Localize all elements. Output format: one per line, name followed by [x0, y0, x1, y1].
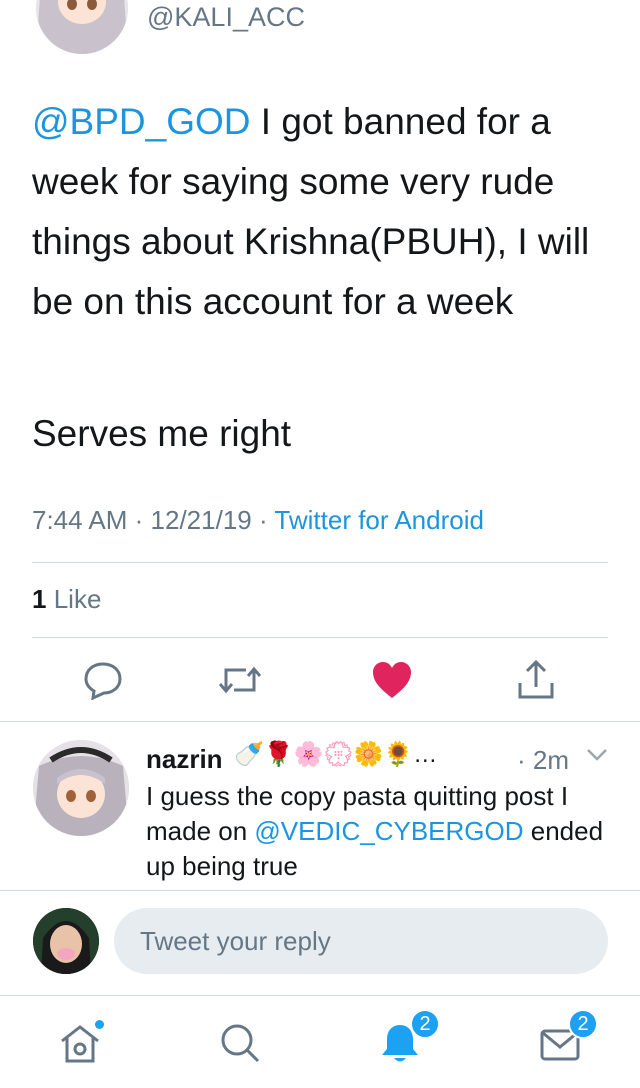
- tweet-date: 12/21/19: [150, 505, 252, 535]
- reply-author-emoji: 🍼🌹🌸💮🌼🌻…: [234, 741, 438, 768]
- tweet-source[interactable]: Twitter for Android: [274, 505, 484, 535]
- divider: [0, 995, 640, 996]
- chevron-down-icon[interactable]: [586, 748, 608, 767]
- divider: [0, 890, 640, 891]
- reply-time: · 2m: [517, 745, 569, 775]
- tab-search[interactable]: [212, 1015, 268, 1071]
- tab-home[interactable]: [52, 1015, 108, 1071]
- author-handle[interactable]: @KALI_ACC: [147, 2, 305, 33]
- heart-icon: [373, 662, 411, 698]
- like-count-value: 1: [32, 584, 47, 614]
- author-avatar[interactable]: [36, 0, 128, 54]
- likes-count[interactable]: 1 Like: [32, 584, 101, 615]
- tweet-meta: 7:44 AM · 12/21/19 · Twitter for Android: [32, 505, 484, 535]
- current-user-avatar[interactable]: [33, 908, 99, 974]
- tweet-mention[interactable]: @BPD_GOD: [32, 101, 251, 142]
- retweet-button[interactable]: [218, 658, 262, 702]
- divider: [32, 637, 608, 638]
- reply-input-placeholder: Tweet your reply: [140, 926, 331, 956]
- unread-dot: [95, 1020, 104, 1029]
- reply-input[interactable]: Tweet your reply: [114, 908, 608, 974]
- tweet-text-second-paragraph: Serves me right: [32, 413, 292, 454]
- divider: [0, 721, 640, 722]
- reply-author-avatar[interactable]: [33, 740, 129, 836]
- divider: [32, 562, 608, 563]
- reply-button[interactable]: [81, 658, 125, 702]
- notifications-badge: 2: [410, 1009, 440, 1039]
- like-button[interactable]: [370, 658, 414, 702]
- tweet-time: 7:44 AM: [32, 505, 128, 535]
- tweet-text: @BPD_GOD I got banned for a week for say…: [32, 92, 622, 332]
- reply-mention[interactable]: @VEDIC_CYBERGOD: [254, 816, 523, 846]
- retweet-icon: [218, 666, 262, 694]
- reply-text: I guess the copy pasta quitting post I m…: [146, 779, 616, 884]
- messages-badge: 2: [568, 1009, 598, 1039]
- like-count-label: Like: [53, 584, 102, 614]
- share-button[interactable]: [514, 658, 558, 702]
- tab-notifications[interactable]: 2: [372, 1009, 440, 1071]
- reply-icon: [84, 662, 122, 700]
- tab-messages[interactable]: 2: [532, 1009, 598, 1071]
- share-icon: [518, 659, 554, 699]
- reply-author-name[interactable]: nazrin: [146, 744, 223, 775]
- search-icon: [221, 1024, 260, 1063]
